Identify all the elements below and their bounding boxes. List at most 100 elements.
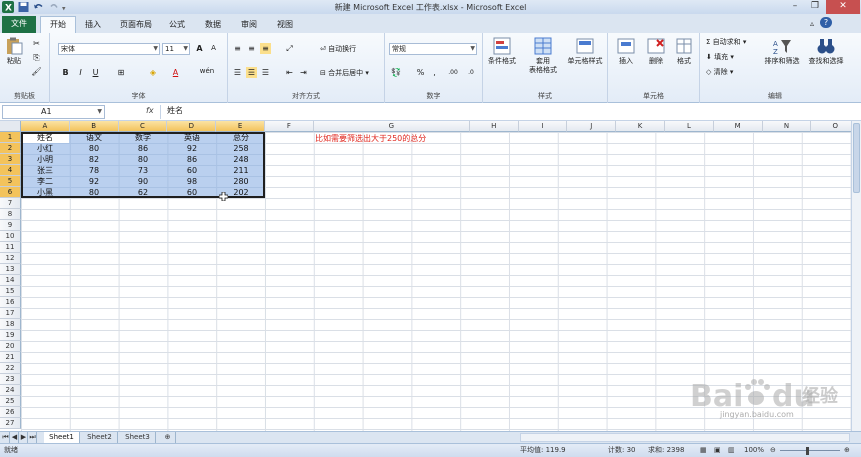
table-cell[interactable]: 小红 — [21, 143, 69, 154]
column-header-m[interactable]: M — [713, 121, 763, 132]
tab-review[interactable]: 审阅 — [234, 17, 264, 33]
clear-button[interactable]: ◇ 清除 ▾ — [706, 68, 733, 77]
row-header-13[interactable]: 13 — [0, 264, 21, 275]
table-cell[interactable]: 张三 — [21, 165, 69, 176]
row-header-2[interactable]: 2 — [0, 143, 21, 154]
row-header-23[interactable]: 23 — [0, 374, 21, 385]
phonetic-button[interactable]: wén — [198, 66, 216, 77]
underline-button[interactable]: U — [90, 67, 101, 78]
column-header-a[interactable]: A — [21, 121, 70, 132]
decrease-indent-icon[interactable]: ⇤ — [284, 67, 295, 78]
last-sheet-icon[interactable]: ⏭ — [29, 432, 37, 443]
first-sheet-icon[interactable]: ⏮ — [2, 432, 10, 443]
table-cell[interactable]: 98 — [168, 176, 216, 187]
orientation-icon[interactable]: ⤢ — [284, 43, 295, 54]
merge-center-button[interactable]: ⊟ 合并后居中 ▾ — [320, 69, 369, 78]
italic-button[interactable]: I — [75, 67, 86, 78]
font-name-select[interactable]: 宋体 ▼ — [58, 43, 160, 55]
column-header-j[interactable]: J — [567, 121, 617, 132]
row-header-21[interactable]: 21 — [0, 352, 21, 363]
align-left-icon[interactable]: ☰ — [232, 67, 243, 78]
table-cell[interactable]: 86 — [168, 154, 216, 165]
scroll-thumb[interactable] — [853, 123, 860, 193]
table-cell[interactable]: 92 — [168, 143, 216, 154]
table-header-cell[interactable]: 英语 — [168, 132, 216, 143]
sort-filter-button[interactable]: AZ 排序和筛选 — [760, 37, 804, 66]
zoom-in-icon[interactable]: ⊕ — [844, 444, 850, 457]
align-top-icon[interactable]: ≡ — [232, 43, 243, 54]
zoom-slider-handle[interactable] — [806, 447, 809, 455]
row-header-5[interactable]: 5 — [0, 176, 21, 187]
table-cell[interactable]: 92 — [70, 176, 118, 187]
minimize-button[interactable]: – — [786, 0, 804, 14]
table-header-cell[interactable]: 总分 — [217, 132, 265, 143]
column-header-d[interactable]: D — [167, 121, 217, 132]
row-header-25[interactable]: 25 — [0, 396, 21, 407]
row-header-26[interactable]: 26 — [0, 407, 21, 418]
row-header-9[interactable]: 9 — [0, 220, 21, 231]
tab-page-layout[interactable]: 页面布局 — [112, 17, 160, 33]
table-cell[interactable]: 小明 — [21, 154, 69, 165]
table-header-cell[interactable]: 姓名 — [21, 132, 69, 143]
tab-insert[interactable]: 插入 — [78, 17, 108, 33]
accounting-format-icon[interactable]: 💱 — [389, 67, 403, 78]
format-cells-button[interactable]: 格式 — [670, 37, 698, 66]
zoom-out-icon[interactable]: ⊖ — [770, 444, 776, 457]
row-header-20[interactable]: 20 — [0, 341, 21, 352]
table-cell[interactable]: 80 — [70, 143, 118, 154]
row-header-1[interactable]: 1 — [0, 132, 21, 143]
page-layout-view-icon[interactable]: ▣ — [714, 444, 721, 457]
paste-button[interactable]: 粘贴 — [3, 37, 25, 66]
table-cell[interactable]: 258 — [217, 143, 265, 154]
vertical-scrollbar[interactable] — [851, 121, 861, 431]
decrease-decimal-button[interactable]: .0 — [463, 67, 479, 78]
help-icon[interactable]: ? — [820, 17, 832, 28]
row-header-18[interactable]: 18 — [0, 319, 21, 330]
copy-icon[interactable]: ⎘ — [31, 52, 42, 63]
table-cell[interactable]: 62 — [119, 187, 167, 198]
row-header-4[interactable]: 4 — [0, 165, 21, 176]
row-header-16[interactable]: 16 — [0, 297, 21, 308]
column-header-f[interactable]: F — [265, 121, 314, 132]
table-header-cell[interactable]: 语文 — [70, 132, 118, 143]
table-cell[interactable]: 211 — [217, 165, 265, 176]
column-header-c[interactable]: C — [118, 121, 168, 132]
format-as-table-button[interactable]: 套用 表格格式 — [523, 37, 563, 75]
row-header-27[interactable]: 27 — [0, 418, 21, 429]
table-cell[interactable]: 李二 — [21, 176, 69, 187]
row-header-14[interactable]: 14 — [0, 275, 21, 286]
fill-color-icon[interactable]: ◈ — [146, 67, 160, 78]
delete-cells-button[interactable]: 删除 — [642, 37, 670, 66]
table-cell[interactable]: 90 — [119, 176, 167, 187]
align-right-icon[interactable]: ☰ — [260, 67, 271, 78]
row-header-17[interactable]: 17 — [0, 308, 21, 319]
row-header-22[interactable]: 22 — [0, 363, 21, 374]
sheet-tab-sheet2[interactable]: Sheet2 — [82, 432, 118, 443]
row-header-7[interactable]: 7 — [0, 198, 21, 209]
insert-cells-button[interactable]: 插入 — [612, 37, 640, 66]
number-format-select[interactable]: 常规 ▼ — [389, 43, 477, 55]
font-color-button[interactable]: A — [170, 67, 181, 78]
row-header-24[interactable]: 24 — [0, 385, 21, 396]
row-header-15[interactable]: 15 — [0, 286, 21, 297]
row-header-3[interactable]: 3 — [0, 154, 21, 165]
table-cell[interactable]: 80 — [70, 187, 118, 198]
insert-sheet-icon[interactable]: ⊕ — [160, 432, 176, 443]
increase-decimal-button[interactable]: .00 — [445, 67, 461, 78]
formula-input[interactable]: 姓名 — [160, 105, 850, 119]
page-break-view-icon[interactable]: ▥ — [728, 444, 735, 457]
row-header-10[interactable]: 10 — [0, 231, 21, 242]
cut-icon[interactable]: ✂ — [31, 38, 42, 49]
sheet-tab-sheet1[interactable]: Sheet1 — [44, 432, 80, 443]
align-center-icon[interactable]: ☰ — [246, 67, 257, 78]
ribbon-minimize-icon[interactable]: ▵ — [806, 17, 818, 31]
tab-view[interactable]: 视图 — [270, 17, 300, 33]
column-header-h[interactable]: H — [469, 121, 519, 132]
table-cell[interactable]: 小黑 — [21, 187, 69, 198]
sheet-tab-sheet3[interactable]: Sheet3 — [120, 432, 156, 443]
font-size-increase-button[interactable]: A — [194, 43, 205, 54]
column-header-e[interactable]: E — [216, 121, 265, 132]
font-size-select[interactable]: 11 ▼ — [162, 43, 190, 55]
fill-button[interactable]: ⬇ 填充 ▾ — [706, 53, 734, 62]
row-header-8[interactable]: 8 — [0, 209, 21, 220]
